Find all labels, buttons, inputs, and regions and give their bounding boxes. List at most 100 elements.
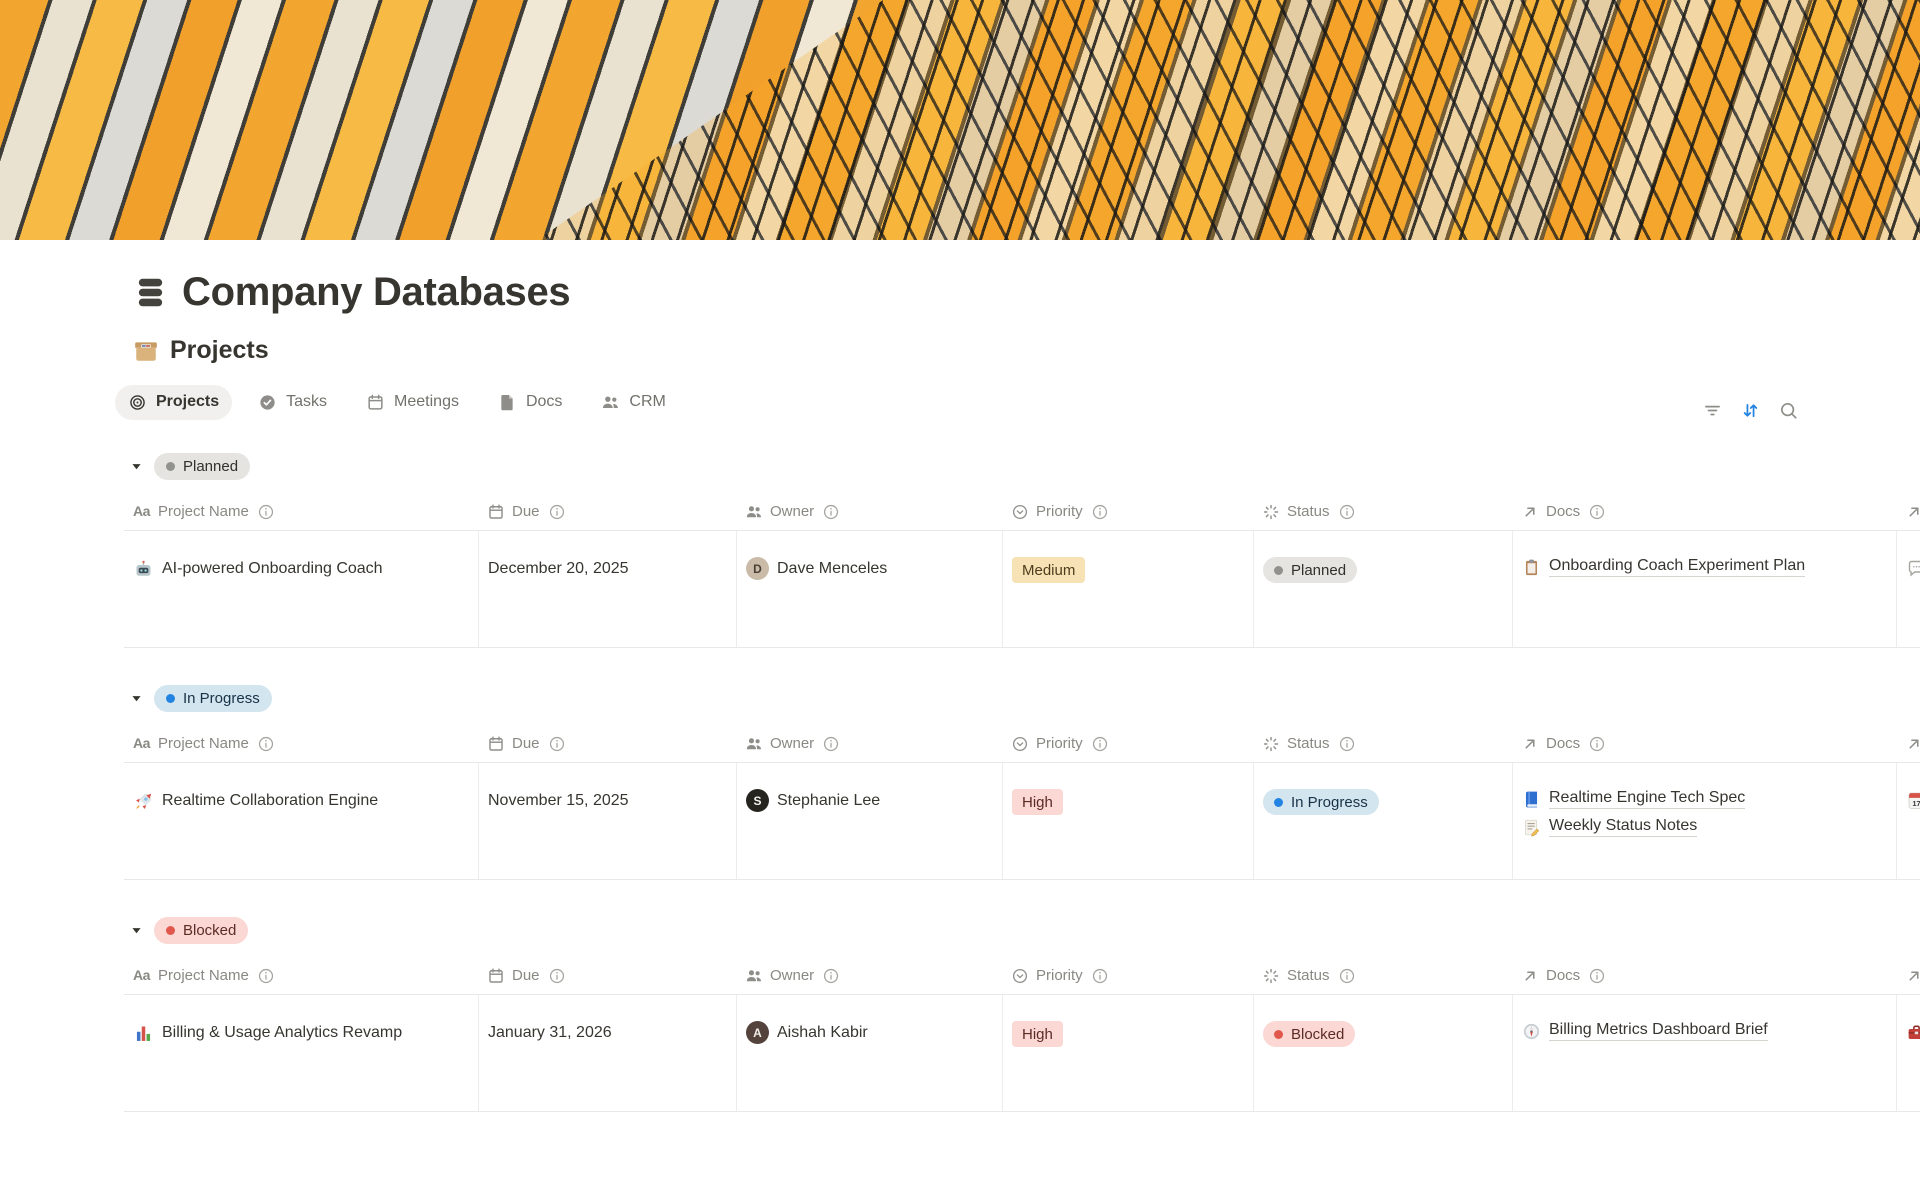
cell-edge[interactable]: 17 bbox=[1896, 763, 1920, 879]
column-label: Due bbox=[512, 735, 540, 752]
column-header-status[interactable]: Status bbox=[1253, 725, 1512, 762]
cell-project-name[interactable]: Billing & Usage Analytics Revamp bbox=[124, 995, 478, 1111]
column-header-owner[interactable]: Owner bbox=[736, 725, 1002, 762]
people-icon bbox=[745, 503, 763, 521]
cell-status[interactable]: Planned bbox=[1253, 531, 1512, 647]
status-icon bbox=[1262, 967, 1280, 985]
svg-text:17: 17 bbox=[1912, 799, 1920, 808]
column-header-owner[interactable]: Owner bbox=[736, 493, 1002, 530]
status-dot bbox=[1274, 798, 1283, 807]
relation-icon bbox=[1905, 967, 1920, 985]
cell-docs[interactable]: Realtime Engine Tech Spec Weekly Status N… bbox=[1512, 763, 1896, 879]
sort-icon[interactable] bbox=[1740, 400, 1761, 421]
status-icon bbox=[1262, 735, 1280, 753]
column-header-priority[interactable]: Priority bbox=[1002, 957, 1253, 994]
priority-tag: Medium bbox=[1012, 557, 1085, 583]
cell-priority[interactable]: High bbox=[1002, 995, 1253, 1111]
column-label: Project Name bbox=[158, 503, 249, 520]
column-header-status[interactable]: Status bbox=[1253, 957, 1512, 994]
cell-project-name[interactable]: AI-powered Onboarding Coach bbox=[124, 531, 478, 647]
cell-priority[interactable]: High bbox=[1002, 763, 1253, 879]
filter-icon[interactable] bbox=[1702, 400, 1723, 421]
doc-link[interactable]: Realtime Engine Tech Spec bbox=[1522, 789, 1745, 809]
text-icon: Aa bbox=[133, 735, 151, 753]
info-icon bbox=[1091, 735, 1109, 753]
group-collapse-toggle[interactable] bbox=[130, 460, 143, 473]
tab-label: Meetings bbox=[394, 393, 459, 411]
cell-edge[interactable] bbox=[1896, 531, 1920, 647]
column-header-priority[interactable]: Priority bbox=[1002, 725, 1253, 762]
cell-due-date[interactable]: January 31, 2026 bbox=[478, 995, 736, 1111]
info-icon bbox=[1338, 735, 1356, 753]
calendar-icon bbox=[487, 735, 505, 753]
doc-link[interactable]: Weekly Status Notes bbox=[1522, 817, 1697, 837]
due-date-text: January 31, 2026 bbox=[488, 1021, 612, 1042]
tab-label: CRM bbox=[629, 393, 665, 411]
info-icon bbox=[822, 503, 840, 521]
tab-label: Projects bbox=[156, 393, 219, 411]
group-collapse-toggle[interactable] bbox=[130, 924, 143, 937]
tab-docs[interactable]: Docs bbox=[485, 385, 575, 420]
status-dot bbox=[166, 462, 175, 471]
doc-link[interactable]: Onboarding Coach Experiment Plan bbox=[1522, 557, 1805, 577]
column-header-due[interactable]: Due bbox=[478, 957, 736, 994]
tab-crm[interactable]: CRM bbox=[588, 385, 678, 420]
calendar-icon bbox=[366, 393, 385, 412]
column-header-edge[interactable] bbox=[1896, 725, 1920, 762]
cell-priority[interactable]: Medium bbox=[1002, 531, 1253, 647]
owner-name-text: Aishah Kabir bbox=[777, 1021, 868, 1042]
column-header-project-name[interactable]: AaProject Name bbox=[124, 725, 478, 762]
cell-edge[interactable] bbox=[1896, 995, 1920, 1111]
status-label: In Progress bbox=[1291, 794, 1368, 811]
cell-docs[interactable]: Billing Metrics Dashboard Brief bbox=[1512, 995, 1896, 1111]
cell-owner[interactable]: AAishah Kabir bbox=[736, 995, 1002, 1111]
cell-owner[interactable]: SStephanie Lee bbox=[736, 763, 1002, 879]
column-header-docs[interactable]: Docs bbox=[1512, 493, 1896, 530]
column-label: Due bbox=[512, 967, 540, 984]
target-icon bbox=[128, 393, 147, 412]
column-header-priority[interactable]: Priority bbox=[1002, 493, 1253, 530]
status-dot bbox=[1274, 566, 1283, 575]
view-tab-bar: Projects Tasks Meetings Docs CRM bbox=[115, 382, 1920, 422]
search-icon[interactable] bbox=[1778, 400, 1799, 421]
column-label: Priority bbox=[1036, 967, 1083, 984]
info-icon bbox=[548, 503, 566, 521]
group-label-pill[interactable]: Planned bbox=[154, 453, 250, 480]
cell-due-date[interactable]: December 20, 2025 bbox=[478, 531, 736, 647]
column-header-docs[interactable]: Docs bbox=[1512, 725, 1896, 762]
cell-status[interactable]: In Progress bbox=[1253, 763, 1512, 879]
column-label: Owner bbox=[770, 967, 814, 984]
cell-status[interactable]: Blocked bbox=[1253, 995, 1512, 1111]
tab-projects[interactable]: Projects bbox=[115, 385, 232, 420]
cell-owner[interactable]: DDave Menceles bbox=[736, 531, 1002, 647]
column-header-project-name[interactable]: AaProject Name bbox=[124, 957, 478, 994]
group-header: In Progress bbox=[124, 685, 1920, 712]
doc-link[interactable]: Billing Metrics Dashboard Brief bbox=[1522, 1021, 1768, 1041]
table-row: Realtime Collaboration EngineNovember 15… bbox=[124, 763, 1920, 880]
group-label-pill[interactable]: Blocked bbox=[154, 917, 248, 944]
column-header-docs[interactable]: Docs bbox=[1512, 957, 1896, 994]
select-icon bbox=[1011, 967, 1029, 985]
tab-tasks[interactable]: Tasks bbox=[245, 385, 340, 420]
column-header-status[interactable]: Status bbox=[1253, 493, 1512, 530]
column-label: Priority bbox=[1036, 503, 1083, 520]
group-label-pill[interactable]: In Progress bbox=[154, 685, 272, 712]
column-header-row: AaProject Name Due Owner Priority StatusDocs bbox=[124, 957, 1920, 995]
group-collapse-toggle[interactable] bbox=[130, 692, 143, 705]
column-header-due[interactable]: Due bbox=[478, 725, 736, 762]
column-header-row: AaProject Name Due OwnerPriorityStatusDocs bbox=[124, 725, 1920, 763]
info-icon bbox=[1588, 967, 1606, 985]
column-header-owner[interactable]: Owner bbox=[736, 957, 1002, 994]
column-header-project-name[interactable]: AaProject Name bbox=[124, 493, 478, 530]
cell-due-date[interactable]: November 15, 2025 bbox=[478, 763, 736, 879]
page-title-row: Company Databases bbox=[124, 270, 1920, 315]
tab-meetings[interactable]: Meetings bbox=[353, 385, 472, 420]
cell-docs[interactable]: Onboarding Coach Experiment Plan bbox=[1512, 531, 1896, 647]
status-label: Planned bbox=[1291, 562, 1346, 579]
cell-project-name[interactable]: Realtime Collaboration Engine bbox=[124, 763, 478, 879]
text-icon: Aa bbox=[133, 967, 151, 985]
column-header-due[interactable]: Due bbox=[478, 493, 736, 530]
column-header-edge[interactable] bbox=[1896, 957, 1920, 994]
column-header-edge[interactable] bbox=[1896, 493, 1920, 530]
people-icon bbox=[745, 967, 763, 985]
